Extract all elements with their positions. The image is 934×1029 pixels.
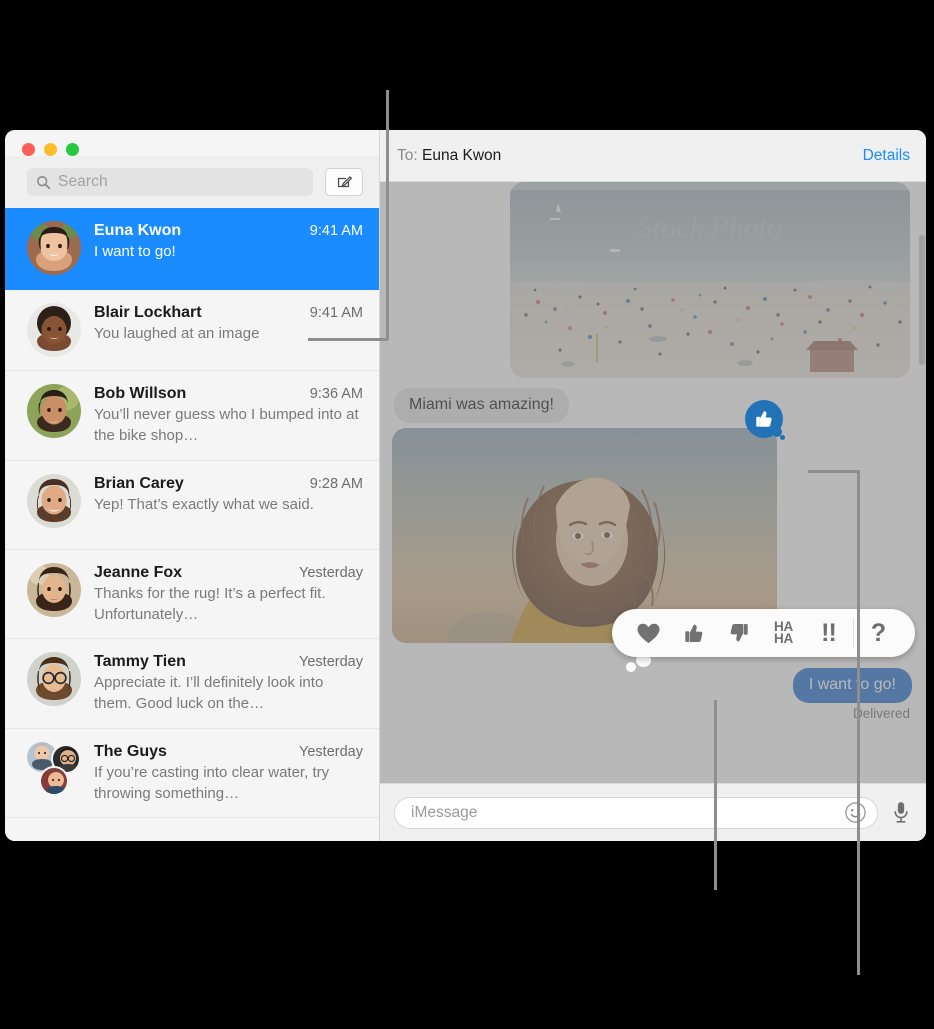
exclamation-icon: !! bbox=[821, 618, 837, 647]
message-row-incoming-text: Miami was amazing! bbox=[390, 388, 569, 423]
haha-line-2: HA bbox=[774, 631, 793, 646]
callout-line-preview-horizontal bbox=[308, 338, 388, 341]
conversation-row-bob-willson[interactable]: Bob Willson 9:36 AM You’ll never guess w… bbox=[5, 371, 379, 461]
search-icon bbox=[36, 175, 51, 190]
screenshot-stage: Search Euna Kwon 9:41 AM I want to go! B… bbox=[0, 0, 934, 1029]
conversation-preview: Thanks for the rug! It’s a perfect fit. … bbox=[94, 584, 326, 623]
tapback-question-button[interactable]: ? bbox=[856, 611, 901, 655]
thread-scrollbar-thumb[interactable] bbox=[919, 235, 925, 365]
conversation-row-the-guys[interactable]: The Guys Yesterday If you’re casting int… bbox=[5, 729, 379, 819]
conversation-preview: I want to go! bbox=[94, 243, 176, 260]
tapback-thumbs-up-button[interactable] bbox=[671, 611, 716, 655]
callout-line-tapback bbox=[714, 700, 717, 890]
close-button[interactable] bbox=[22, 143, 35, 156]
message-composer: iMessage bbox=[380, 783, 926, 841]
conversation-row-jeanne-fox[interactable]: Jeanne Fox Yesterday Thanks for the rug!… bbox=[5, 550, 379, 640]
conversation-preview: Appreciate it. I’ll definitely look into… bbox=[94, 674, 324, 713]
search-placeholder: Search bbox=[58, 173, 108, 190]
conversation-header: To: Euna Kwon Details bbox=[380, 130, 926, 182]
conversation-name: Tammy Tien bbox=[94, 653, 186, 671]
recipient-line: To: Euna Kwon bbox=[397, 147, 501, 165]
conversation-time: 9:41 AM bbox=[309, 223, 363, 239]
to-label: To: bbox=[397, 146, 418, 164]
reaction-tail-small bbox=[780, 435, 785, 440]
details-button[interactable]: Details bbox=[863, 147, 910, 165]
tapback-thumbs-down-button[interactable] bbox=[716, 611, 761, 655]
conversation-time: 9:28 AM bbox=[309, 475, 363, 492]
tapback-heart-button[interactable] bbox=[626, 611, 671, 655]
avatar bbox=[27, 652, 81, 707]
conversation-preview: You’ll never guess who I bumped into at … bbox=[94, 406, 359, 445]
imessage-placeholder: iMessage bbox=[411, 803, 478, 821]
reaction-badge-thumbs-up[interactable] bbox=[745, 400, 791, 446]
conversation-name: The Guys bbox=[94, 742, 167, 760]
emoji-icon[interactable] bbox=[844, 801, 868, 825]
avatar bbox=[27, 562, 81, 617]
conversation-time: Yesterday bbox=[299, 564, 363, 581]
tapback-separator bbox=[853, 618, 854, 648]
avatar bbox=[27, 473, 81, 528]
conversation-row-blair-lockhart[interactable]: Blair Lockhart 9:41 AM You laughed at an… bbox=[5, 290, 379, 371]
window-traffic-lights[interactable] bbox=[22, 143, 79, 156]
minimize-button[interactable] bbox=[44, 143, 57, 156]
conversation-preview: Yep! That’s exactly what we said. bbox=[94, 495, 314, 513]
search-field[interactable]: Search bbox=[27, 168, 313, 196]
conversation-row-euna-kwon[interactable]: Euna Kwon 9:41 AM I want to go! bbox=[5, 208, 379, 290]
conversation-time: Yesterday bbox=[299, 743, 363, 760]
thread-scrollbar[interactable] bbox=[919, 235, 925, 365]
conversation-time: 9:36 AM bbox=[309, 386, 363, 402]
conversation-preview: If you’re casting into clear water, try … bbox=[94, 763, 330, 803]
tapback-haha-button[interactable]: HA HA bbox=[761, 611, 806, 655]
callout-line-reaction-vertical bbox=[857, 470, 860, 975]
question-icon: ? bbox=[870, 618, 887, 647]
tapback-palette[interactable]: HA HA !! ? bbox=[612, 609, 915, 657]
microphone-button[interactable] bbox=[888, 798, 914, 828]
conversation-pane: To: Euna Kwon Details Stock Photo Miami … bbox=[380, 130, 926, 841]
conversation-name: Blair Lockhart bbox=[94, 304, 202, 321]
haha-icon: HA HA bbox=[774, 619, 793, 646]
svg-text:Stock Photo: Stock Photo bbox=[638, 211, 782, 244]
message-bubble-incoming[interactable]: Miami was amazing! bbox=[390, 388, 569, 423]
avatar bbox=[27, 384, 81, 438]
callout-line-preview-vertical bbox=[386, 90, 389, 340]
message-image-beach[interactable]: Stock Photo bbox=[510, 182, 910, 378]
tapback-exclamation-button[interactable]: !! bbox=[806, 611, 851, 655]
conversation-time: 9:41 AM bbox=[309, 305, 363, 321]
zoom-button[interactable] bbox=[66, 143, 79, 156]
recipient-name: Euna Kwon bbox=[422, 146, 502, 164]
message-thread: Stock Photo Miami was amazing! I want to… bbox=[380, 182, 926, 783]
avatar bbox=[27, 303, 81, 357]
conversation-preview: You laughed at an image bbox=[94, 325, 260, 342]
compose-icon bbox=[337, 175, 352, 187]
avatar-group bbox=[27, 741, 81, 796]
heart-icon bbox=[637, 623, 660, 643]
conversation-time: Yesterday bbox=[299, 654, 363, 671]
conversation-name: Bob Willson bbox=[94, 385, 187, 402]
avatar bbox=[27, 221, 81, 275]
imessage-input[interactable]: iMessage bbox=[394, 796, 878, 829]
microphone-icon bbox=[894, 801, 908, 823]
sidebar-toolbar: Search bbox=[5, 156, 379, 208]
conversation-name: Brian Carey bbox=[94, 474, 184, 492]
conversation-row-brian-carey[interactable]: Brian Carey 9:28 AM Yep! That’s exactly … bbox=[5, 461, 379, 550]
delivery-status: Delivered bbox=[852, 706, 910, 721]
thumbs-up-icon bbox=[684, 624, 702, 642]
thumbs-down-icon bbox=[730, 624, 748, 642]
conversation-name: Jeanne Fox bbox=[94, 563, 183, 581]
conversation-row-tammy-tien[interactable]: Tammy Tien Yesterday Appreciate it. I’ll… bbox=[5, 639, 379, 729]
conversation-name: Euna Kwon bbox=[94, 222, 182, 239]
sidebar: Search Euna Kwon 9:41 AM I want to go! B… bbox=[5, 130, 380, 841]
messages-window: Search Euna Kwon 9:41 AM I want to go! B… bbox=[5, 130, 926, 841]
message-bubble-outgoing[interactable]: I want to go! bbox=[792, 668, 917, 703]
tapback-tail-small bbox=[626, 662, 636, 672]
callout-line-reaction-horizontal bbox=[808, 470, 860, 473]
compose-button[interactable] bbox=[325, 168, 363, 196]
conversation-list[interactable]: Euna Kwon 9:41 AM I want to go! Blair Lo… bbox=[5, 208, 379, 841]
